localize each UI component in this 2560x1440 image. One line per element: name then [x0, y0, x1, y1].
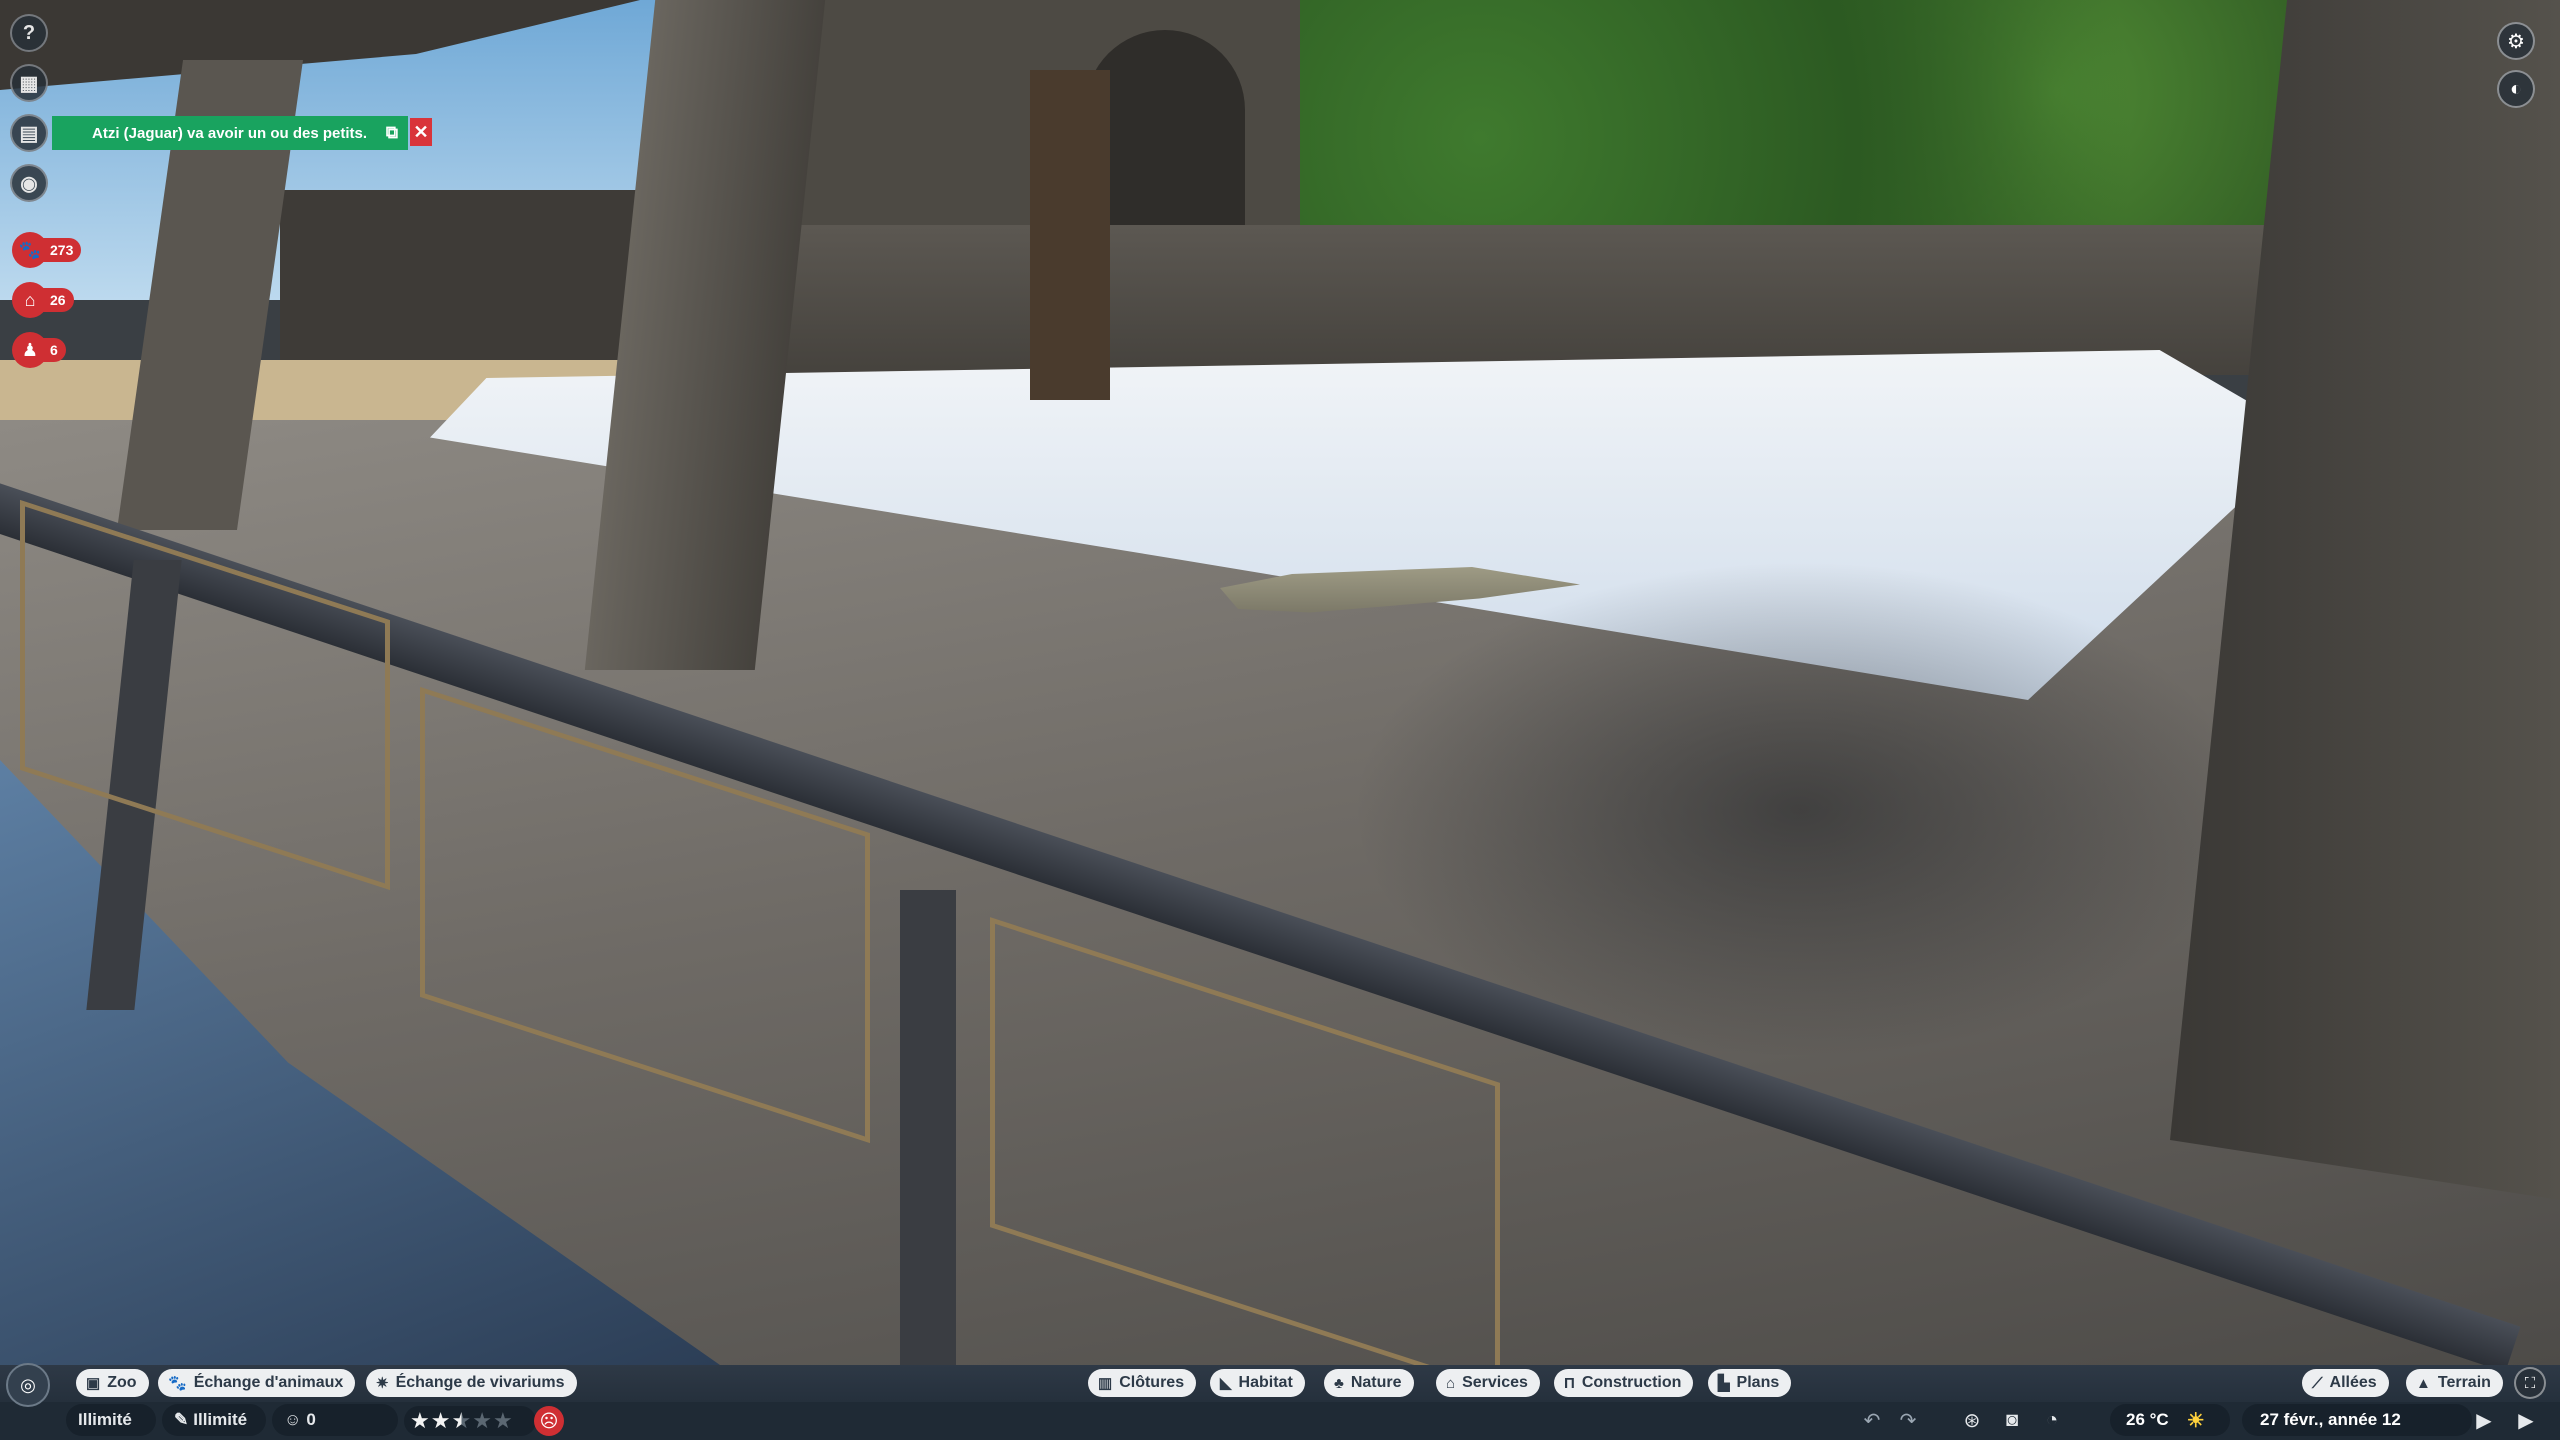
star-empty-icon: ★ — [492, 1408, 514, 1433]
settings-gear-icon[interactable]: ⚙ — [2497, 22, 2535, 60]
tab-fences[interactable]: ▥ Clôtures — [1088, 1369, 1197, 1397]
side-menu: ? ▦ ▤ ◉ — [10, 14, 48, 214]
tab-nature[interactable]: ♣ Nature — [1324, 1369, 1414, 1397]
tab-zoo-label: Zoo — [107, 1374, 137, 1391]
railing-post — [900, 890, 956, 1365]
habitats-count-value: 26 — [40, 288, 74, 312]
star-half-icon: ★ — [451, 1408, 473, 1433]
undo-icon[interactable]: ↶ — [1856, 1404, 1888, 1436]
tab-habitat-label: Habitat — [1238, 1374, 1293, 1391]
play-icon[interactable]: ▶ — [2468, 1404, 2500, 1436]
sad-face-icon[interactable]: ☹ — [534, 1406, 564, 1436]
tab-vivarium-exchange[interactable]: ✷ Échange de vivariums — [366, 1369, 577, 1397]
tab-plans[interactable]: ▙ Plans — [1708, 1369, 1792, 1397]
tab-plans-label: Plans — [1736, 1374, 1780, 1391]
star-full-icon: ★ — [430, 1408, 452, 1433]
building-icon: Π — [1564, 1374, 1575, 1392]
guests-icon: ☺ — [284, 1410, 302, 1429]
blueprint-icon: ▙ — [1718, 1375, 1730, 1392]
tab-zoo[interactable]: ▣ Zoo — [76, 1369, 149, 1397]
tab-nature-label: Nature — [1350, 1374, 1402, 1391]
zoo-rating[interactable]: ★ ★ ★ ★ ★ — [404, 1406, 536, 1436]
camera-reset-icon[interactable]: ◎ — [6, 1363, 50, 1407]
date-value: 27 févr., année 12 — [2260, 1410, 2401, 1429]
staff-count-value: 6 — [40, 338, 66, 362]
external-link-icon[interactable]: ⧉ — [386, 123, 398, 143]
photo-mode-icon[interactable]: ◙ — [1996, 1404, 2028, 1436]
research-display[interactable]: ✎ Illimité — [162, 1404, 266, 1436]
temperature-value: 26 °C — [2126, 1410, 2169, 1429]
tab-fences-label: Clôtures — [1119, 1374, 1185, 1391]
animal-card-icon[interactable]: ▦ — [10, 64, 48, 102]
zoo-icon: ▣ — [86, 1375, 101, 1392]
shop-icon: ⌂ — [1446, 1374, 1456, 1392]
money-display[interactable]: Illimité — [66, 1404, 156, 1436]
jungle-foliage — [1250, 0, 2400, 230]
research-icon: ✎ — [174, 1410, 189, 1429]
vivarium-icon: ✷ — [376, 1375, 389, 1392]
notification-banner[interactable]: Atzi (Jaguar) va avoir un ou des petits.… — [52, 116, 408, 150]
tab-terrain-label: Terrain — [2437, 1374, 2491, 1391]
tab-vivarium-exchange-label: Échange de vivariums — [395, 1374, 565, 1391]
close-icon[interactable]: ✕ — [410, 118, 432, 146]
tab-terrain[interactable]: ▲ Terrain — [2406, 1369, 2503, 1397]
tree-trunk — [1030, 70, 1110, 400]
weather-icon[interactable]: ◔ — [2036, 1404, 2068, 1436]
sun-icon: ☀ — [2186, 1409, 2205, 1432]
habitats-count[interactable]: ⌂ 26 — [12, 282, 74, 318]
habitat-icon: ◣ — [1220, 1375, 1232, 1392]
tab-habitat[interactable]: ◣ Habitat — [1210, 1369, 1305, 1397]
tab-construction[interactable]: Π Construction — [1554, 1369, 1694, 1397]
tab-paths-label: Allées — [2329, 1374, 2377, 1391]
animals-count[interactable]: 🐾 273 — [12, 232, 82, 268]
redo-icon[interactable]: ↷ — [1892, 1404, 1924, 1436]
pause-mode-icon[interactable]: ⊛ — [1956, 1404, 1988, 1436]
tab-construction-label: Construction — [1581, 1374, 1682, 1391]
temperature-display[interactable]: 26 °C ☀ — [2110, 1404, 2230, 1436]
fullscreen-icon[interactable]: ⛶ — [2514, 1367, 2546, 1399]
animals-count-value: 273 — [40, 238, 82, 262]
staff-count[interactable]: ♟ 6 — [12, 332, 66, 368]
tree-icon: ♣ — [1334, 1374, 1344, 1392]
paw-icon: 🐾 — [168, 1375, 187, 1392]
camera-mode-icon[interactable]: ◐ — [2497, 70, 2535, 108]
guests-display[interactable]: ☺ 0 — [272, 1404, 398, 1436]
research-value: Illimité — [193, 1410, 248, 1429]
terrain-icon: ▲ — [2416, 1374, 2431, 1392]
tab-services-label: Services — [1462, 1374, 1528, 1391]
notification-message: Atzi (Jaguar) va avoir un ou des petits. — [92, 124, 368, 142]
guests-value: 0 — [306, 1410, 316, 1429]
star-full-icon: ★ — [410, 1408, 431, 1433]
date-display[interactable]: 27 févr., année 12 — [2242, 1404, 2472, 1436]
money-value: Illimité — [78, 1410, 132, 1429]
path-icon: ⟋ — [2312, 1374, 2323, 1392]
fast-forward-icon[interactable]: ▶ — [2510, 1404, 2542, 1436]
calendar-icon[interactable]: ▤ — [10, 114, 48, 152]
game-viewport[interactable] — [0, 0, 2560, 1365]
tab-services[interactable]: ⌂ Services — [1436, 1369, 1540, 1397]
fence-icon: ▥ — [1098, 1375, 1113, 1392]
tab-animal-exchange[interactable]: 🐾 Échange d'animaux — [158, 1369, 356, 1397]
vision-icon[interactable]: ◉ — [10, 164, 48, 202]
help-icon[interactable]: ? — [10, 14, 48, 52]
tab-paths[interactable]: ⟋ Allées — [2302, 1369, 2389, 1397]
tab-animal-exchange-label: Échange d'animaux — [193, 1374, 344, 1391]
star-empty-icon: ★ — [472, 1408, 493, 1433]
